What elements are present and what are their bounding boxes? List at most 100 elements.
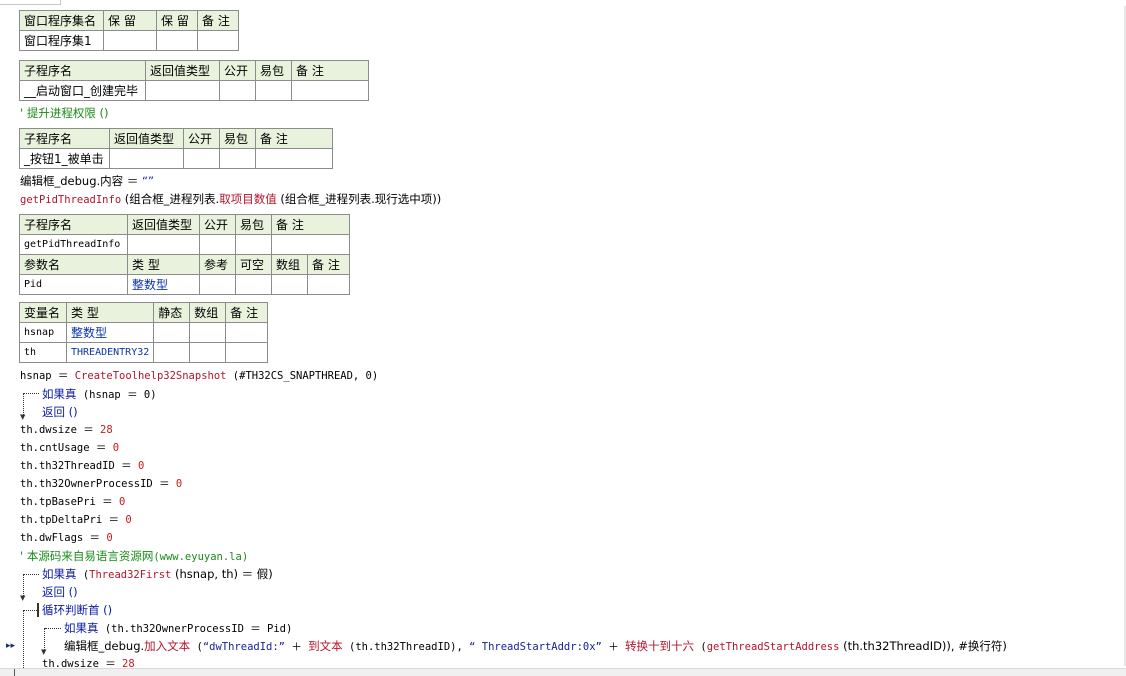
- code-line-basepri[interactable]: th.tpBasePri ＝ 0: [20, 495, 125, 509]
- header-cell: 易包: [219, 128, 256, 149]
- flow-arrow-icon: ▼: [20, 594, 26, 602]
- table-cell[interactable]: [255, 148, 333, 169]
- header-cell: 静态: [153, 302, 191, 323]
- table-cell[interactable]: [199, 274, 236, 295]
- header-cell: 返回值类型: [145, 60, 220, 81]
- flow-arrow-icon: ▼: [41, 648, 47, 656]
- variable-table: 变量名 类 型 静态 数组 备 注 hsnap 整数型 th THREADENT…: [19, 302, 269, 363]
- code-line-call-getpid[interactable]: getPidThreadInfo (组合框_进程列表.取项目数值 (组合框_进程…: [20, 192, 441, 207]
- param-type-cell[interactable]: 整数型: [127, 274, 200, 295]
- header-cell: 备 注: [291, 60, 369, 81]
- header-cell: 参数名: [19, 254, 128, 275]
- flow-guide: [23, 393, 24, 415]
- header-cell: 返回值类型: [127, 214, 200, 235]
- table-cell[interactable]: [109, 148, 184, 169]
- header-cell: 公开: [199, 214, 236, 235]
- header-cell: 子程序名: [19, 214, 128, 235]
- table-cell[interactable]: [156, 30, 198, 51]
- subroutine-name-cell[interactable]: _按钮1_被单击: [19, 148, 110, 169]
- code-line-cntusage[interactable]: th.cntUsage ＝ 0: [20, 441, 119, 455]
- table-cell[interactable]: [235, 274, 272, 295]
- param-name-cell[interactable]: Pid: [19, 274, 128, 295]
- table-cell[interactable]: [225, 322, 269, 343]
- header-cell: 参考: [199, 254, 236, 275]
- variable-type-cell[interactable]: 整数型: [65, 322, 155, 343]
- code-line-dwsize[interactable]: th.dwsize ＝ 28: [20, 423, 113, 437]
- header-cell: 保 留: [103, 10, 157, 31]
- assembly-name-cell[interactable]: 窗口程序集1: [19, 30, 104, 51]
- table-cell[interactable]: [307, 274, 350, 295]
- table-cell[interactable]: [145, 80, 220, 101]
- header-cell: 公开: [219, 60, 256, 81]
- header-cell: 返回值类型: [109, 128, 184, 149]
- horizontal-scrollbar[interactable]: [0, 668, 1126, 676]
- flow-guide: [23, 610, 24, 676]
- variable-name-cell[interactable]: th: [19, 342, 67, 363]
- code-line-comment[interactable]: ' 提升进程权限 (): [20, 106, 108, 120]
- code-line-return[interactable]: 返回 (): [42, 405, 78, 419]
- variable-name-cell[interactable]: hsnap: [19, 322, 67, 343]
- code-line-return[interactable]: 返回 (): [42, 585, 78, 599]
- header-cell: 可空: [235, 254, 272, 275]
- code-line-ownerpid[interactable]: th.th32OwnerProcessID ＝ 0: [20, 477, 182, 491]
- assembly-table: 窗口程序集名 保 留 保 留 备 注 窗口程序集1: [19, 10, 239, 51]
- table-cell[interactable]: [153, 322, 191, 343]
- table-cell[interactable]: [153, 342, 191, 363]
- header-cell: 子程序名: [19, 60, 146, 81]
- code-line-deltapri[interactable]: th.tpDeltaPri ＝ 0: [20, 513, 132, 527]
- table-cell[interactable]: [271, 234, 350, 255]
- flow-guide: [44, 628, 45, 650]
- code-line-if-owner-pid[interactable]: 如果真 (th.th32OwnerProcessID ＝ Pid): [64, 621, 292, 636]
- header-cell: 类 型: [65, 302, 155, 323]
- header-cell: 子程序名: [19, 128, 110, 149]
- subroutine-table-startup: 子程序名 返回值类型 公开 易包 备 注 __启动窗口_创建完毕: [19, 60, 369, 101]
- loop-marker: [37, 603, 39, 617]
- code-line-if-thread32first[interactable]: 如果真 (Thread32First (hsnap, th) ＝ 假): [42, 567, 273, 582]
- code-line-edit-content[interactable]: 编辑框_debug.内容 ＝ “”: [20, 174, 154, 189]
- header-cell: 易包: [255, 60, 292, 81]
- code-line-source-comment[interactable]: ' 本源码来自易语言资源网(www.eyuyan.la): [20, 549, 248, 564]
- subroutine-table-button: 子程序名 返回值类型 公开 易包 备 注 _按钮1_被单击: [19, 128, 333, 169]
- table-cell[interactable]: [183, 148, 220, 169]
- code-line-threadid[interactable]: th.th32ThreadID ＝ 0: [20, 459, 144, 473]
- subroutine-table-getpid: 子程序名 返回值类型 公开 易包 备 注 getPidThreadInfo 参数…: [19, 214, 350, 295]
- table-cell[interactable]: [255, 80, 292, 101]
- header-cell: 备 注: [307, 254, 350, 275]
- header-cell: 变量名: [19, 302, 67, 323]
- flow-arrow-icon: ▼: [20, 413, 26, 421]
- header-cell: 窗口程序集名: [19, 10, 104, 31]
- flow-guide: [45, 628, 61, 629]
- current-line-arrow-icon: ▸▸: [6, 641, 16, 651]
- header-cell: 类 型: [127, 254, 200, 275]
- table-cell[interactable]: [189, 342, 227, 363]
- table-cell[interactable]: [291, 80, 369, 101]
- table-cell[interactable]: [103, 30, 157, 51]
- table-cell[interactable]: [199, 234, 236, 255]
- subroutine-name-cell[interactable]: __启动窗口_创建完毕: [19, 80, 146, 101]
- header-cell: 备 注: [197, 10, 239, 31]
- header-cell: 公开: [183, 128, 220, 149]
- flow-guide: [23, 574, 24, 596]
- text-caret: [14, 669, 15, 676]
- code-line-dwflags[interactable]: th.dwFlags ＝ 0: [20, 531, 113, 545]
- header-cell: 数组: [189, 302, 227, 323]
- subroutine-name-cell[interactable]: getPidThreadInfo: [19, 234, 128, 255]
- table-cell[interactable]: [225, 342, 269, 363]
- table-cell[interactable]: [219, 148, 256, 169]
- table-cell[interactable]: [189, 322, 227, 343]
- table-cell[interactable]: [219, 80, 256, 101]
- code-line-hsnap[interactable]: hsnap ＝ CreateToolhelp32Snapshot (#TH32C…: [20, 369, 378, 383]
- header-cell: 保 留: [156, 10, 198, 31]
- flow-guide: [24, 574, 39, 575]
- table-cell[interactable]: [197, 30, 239, 51]
- code-line-add-text[interactable]: 编辑框_debug.加入文本 (“dwThreadId:” ＋ 到文本 (th.…: [64, 639, 1007, 654]
- window-top-edge: [0, 0, 61, 5]
- code-line-loop-start[interactable]: 循环判断首 (): [42, 603, 112, 617]
- header-cell: 易包: [235, 214, 272, 235]
- table-cell[interactable]: [127, 234, 200, 255]
- table-cell[interactable]: [235, 234, 272, 255]
- flow-guide: [24, 393, 39, 394]
- variable-type-cell[interactable]: THREADENTRY32: [65, 342, 155, 363]
- code-line-if-hsnap[interactable]: 如果真 (hsnap ＝ 0): [42, 387, 157, 402]
- table-cell[interactable]: [271, 274, 308, 295]
